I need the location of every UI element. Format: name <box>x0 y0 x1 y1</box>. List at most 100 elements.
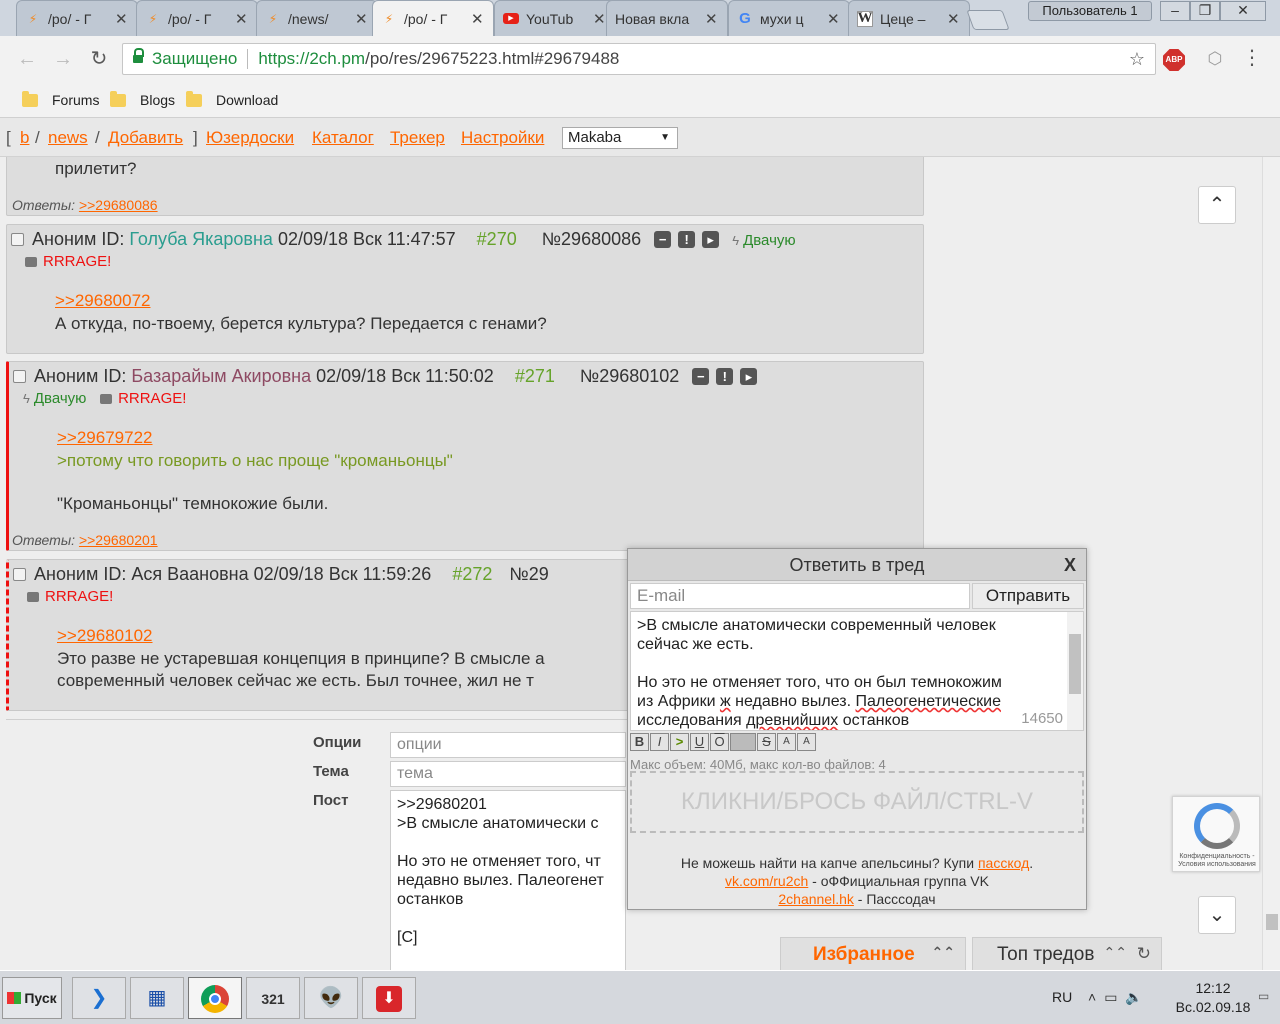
tray-icons[interactable]: ˄▭🔈 <box>1088 989 1151 1006</box>
report-icon[interactable]: ! <box>678 231 696 248</box>
alien-app-icon[interactable]: 👽 <box>304 977 358 1019</box>
start-button[interactable]: Пуск <box>2 977 62 1019</box>
reply-scrollbar[interactable] <box>1067 612 1083 730</box>
post-checkbox[interactable] <box>13 568 26 581</box>
hide-icon[interactable]: − <box>692 368 710 385</box>
bookmark-download[interactable]: Download <box>186 90 278 110</box>
extension-icon[interactable]: ⬡ <box>1205 49 1225 69</box>
download-manager-icon[interactable]: ⬇ <box>362 977 416 1019</box>
close-icon[interactable]: ✕ <box>355 10 369 28</box>
overline-button[interactable]: O <box>710 733 729 751</box>
back-icon[interactable]: ← <box>14 46 40 72</box>
chrome-icon[interactable] <box>188 977 242 1019</box>
strike-button[interactable]: S <box>757 733 776 751</box>
scrollbar-thumb[interactable] <box>1069 634 1081 694</box>
play-icon[interactable]: ▸ <box>740 368 758 385</box>
file-manager-icon[interactable]: ▦ <box>130 977 184 1019</box>
reply-link[interactable]: >>29680102 <box>57 626 153 646</box>
nav-link-add[interactable]: Добавить <box>108 128 183 148</box>
browser-tab[interactable]: ⚡ /news/ ✕ <box>256 0 378 36</box>
volume-icon[interactable]: 🔈 <box>1125 989 1150 1005</box>
adblock-icon[interactable]: ABP <box>1163 49 1185 71</box>
favorites-panel[interactable]: Избранное ⌃⌃ <box>780 937 966 970</box>
top-threads-panel[interactable]: Топ тредов ⌃⌃ ↻ <box>972 937 1162 970</box>
nav-link-userboards[interactable]: Юзердоски <box>206 128 294 148</box>
browser-tab-active[interactable]: ⚡ /po/ - Г ✕ <box>372 0 494 36</box>
language-indicator[interactable]: RU <box>1052 989 1072 1005</box>
bookmark-star-icon[interactable]: ☆ <box>1129 49 1145 70</box>
reload-icon[interactable]: ↻ <box>86 46 112 72</box>
terminal-app-icon[interactable]: ❯ <box>72 977 126 1019</box>
browser-tab[interactable]: Новая вкла ✕ <box>606 0 728 36</box>
dvachu-button[interactable]: ϟ Двачую <box>23 390 86 407</box>
page-scrollbar[interactable] <box>1262 118 1280 970</box>
scroll-up-button[interactable]: ⌃ <box>1198 186 1236 224</box>
submit-button[interactable]: Отправить <box>972 583 1084 609</box>
close-icon[interactable]: ✕ <box>471 10 485 28</box>
scroll-down-button[interactable]: ⌄ <box>1198 896 1236 934</box>
post-checkbox[interactable] <box>13 370 26 383</box>
dvachu-button[interactable]: ϟ Двачую <box>732 232 795 249</box>
close-icon[interactable]: X <box>1064 549 1076 581</box>
nav-link-b[interactable]: b <box>20 128 29 148</box>
reply-link[interactable]: >>29680072 <box>55 291 151 311</box>
post-number[interactable]: №29680102 <box>580 366 679 386</box>
passcode-link[interactable]: пасскод <box>978 855 1029 871</box>
refresh-icon[interactable]: ↻ <box>1137 944 1151 964</box>
play-icon[interactable]: ▸ <box>702 231 720 248</box>
answer-link[interactable]: >>29680086 <box>79 197 158 213</box>
minimize-button[interactable]: ‒ <box>1160 1 1190 21</box>
close-icon[interactable]: ✕ <box>235 10 249 28</box>
style-select[interactable]: Makaba ▼ <box>562 127 678 149</box>
bookmark-forums[interactable]: Forums <box>22 90 99 110</box>
nav-link-tracker[interactable]: Трекер <box>390 128 445 148</box>
new-tab-button[interactable] <box>966 10 1010 30</box>
reply-link[interactable]: >>29679722 <box>57 428 153 448</box>
post-textarea[interactable]: >>29680201 >В смысле анатомически с Но э… <box>390 790 626 970</box>
chevron-up-icon[interactable]: ˄ <box>1088 989 1104 1005</box>
post-number[interactable]: №29 <box>509 564 548 584</box>
chevron-up-icon[interactable]: ⌃⌃ <box>1104 944 1127 961</box>
vk-link[interactable]: vk.com/ru2ch <box>725 873 808 889</box>
subscript-button[interactable]: A <box>797 733 816 751</box>
close-icon[interactable]: ✕ <box>115 10 129 28</box>
media-player-icon[interactable]: 321 <box>246 977 300 1019</box>
chevron-up-icon[interactable]: ⌃⌃ <box>932 944 955 961</box>
scrollbar-thumb[interactable] <box>1266 914 1278 930</box>
italic-button[interactable]: I <box>650 733 669 751</box>
spoiler-button[interactable] <box>730 733 756 751</box>
close-window-button[interactable]: ✕ <box>1220 1 1266 21</box>
recaptcha-badge[interactable]: Конфиденциальность - Условия использован… <box>1172 796 1260 872</box>
browser-tab[interactable]: ⚡ /po/ - Г ✕ <box>16 0 138 36</box>
close-icon[interactable]: ✕ <box>593 10 607 28</box>
rrrage-button[interactable]: RRRAGE! <box>25 253 111 270</box>
nav-link-settings[interactable]: Настройки <box>461 128 544 148</box>
reply-popup-header[interactable]: Ответить в тред X <box>628 549 1086 581</box>
nav-link-catalog[interactable]: Каталог <box>312 128 374 148</box>
browser-tab[interactable]: W Цеце – ✕ <box>848 0 970 36</box>
rrrage-button[interactable]: RRRAGE! <box>100 390 186 407</box>
address-bar[interactable]: Защищено https://2ch.pm/po/res/29675223.… <box>122 43 1156 75</box>
subject-input[interactable]: тема <box>390 761 626 787</box>
close-icon[interactable]: ✕ <box>827 10 841 28</box>
browser-tab[interactable]: ▶ YouTub ✕ <box>494 0 616 36</box>
hide-icon[interactable]: − <box>654 231 672 248</box>
passcodach-link[interactable]: 2channel.hk <box>778 891 854 907</box>
restore-button[interactable]: ❐ <box>1190 1 1220 21</box>
profile-button[interactable]: Пользователь 1 <box>1028 1 1152 21</box>
notification-icon[interactable]: ▭ <box>1258 989 1269 1003</box>
answer-link[interactable]: >>29680201 <box>79 532 158 548</box>
browser-tab[interactable]: ⚡ /po/ - Г ✕ <box>136 0 258 36</box>
clock[interactable]: 12:12 Вс.02.09.18 <box>1168 979 1258 1017</box>
forward-icon[interactable]: → <box>50 46 76 72</box>
reply-textarea[interactable]: >В смысле анатомически современный челов… <box>630 611 1084 731</box>
bookmark-blogs[interactable]: Blogs <box>110 90 175 110</box>
email-field[interactable]: E-mail <box>630 583 970 609</box>
options-input[interactable]: опции <box>390 732 626 758</box>
browser-tab[interactable]: G мухи ц ✕ <box>728 0 850 36</box>
post-checkbox[interactable] <box>11 233 24 246</box>
bold-button[interactable]: B <box>630 733 649 751</box>
file-dropzone[interactable]: КЛИКНИ/БРОСЬ ФАЙЛ/CTRL-V <box>630 771 1084 833</box>
underline-button[interactable]: U <box>690 733 709 751</box>
nav-link-news[interactable]: news <box>48 128 88 148</box>
